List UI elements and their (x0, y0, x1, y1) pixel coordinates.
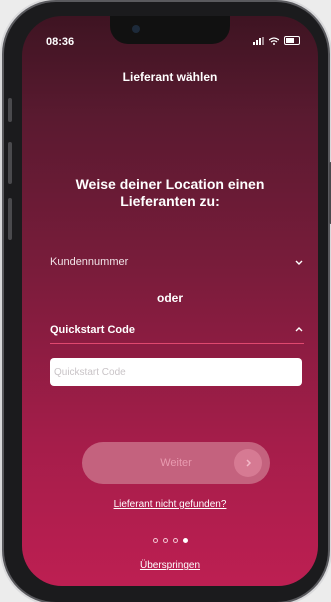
separator-text: oder (156, 291, 183, 305)
mute-switch (8, 98, 12, 122)
status-icons (253, 36, 300, 45)
page-dot (162, 538, 168, 543)
signal-icon (253, 36, 264, 45)
continue-button[interactable]: Weiter (82, 442, 270, 484)
page-dot (172, 538, 178, 543)
wifi-icon (269, 36, 279, 45)
quickstart-row[interactable]: Quickstart Code (50, 324, 304, 336)
page-dot (152, 538, 158, 543)
battery-icon (284, 36, 300, 45)
quickstart-label: Quickstart Code (50, 324, 135, 336)
chevron-up-icon (295, 327, 303, 332)
chevron-right-icon (234, 449, 262, 477)
quickstart-code-input[interactable] (50, 358, 302, 386)
continue-button-label: Weiter (160, 457, 192, 469)
app-screen: 08:36 Lieferant wählen Weise deiner Loca… (22, 16, 318, 586)
skip-link[interactable]: Überspringen (22, 560, 318, 571)
page-indicator (22, 538, 318, 543)
camera-icon (132, 25, 140, 33)
heading: Weise deiner Location einen Lieferanten … (75, 176, 265, 209)
page-title: Lieferant wählen (122, 70, 218, 84)
kundennummer-row[interactable]: Kundennummer (50, 256, 304, 268)
kundennummer-label: Kundennummer (50, 256, 129, 268)
volume-up-button (8, 142, 12, 184)
quickstart-underline (50, 343, 304, 344)
status-time: 08:36 (46, 36, 75, 48)
notch (110, 16, 230, 44)
phone-frame: 08:36 Lieferant wählen Weise deiner Loca… (4, 2, 331, 602)
page-dot-active (182, 538, 188, 543)
volume-down-button (8, 198, 12, 240)
supplier-not-found-link[interactable]: Lieferant nicht gefunden? (22, 499, 318, 510)
chevron-down-icon (295, 260, 303, 265)
